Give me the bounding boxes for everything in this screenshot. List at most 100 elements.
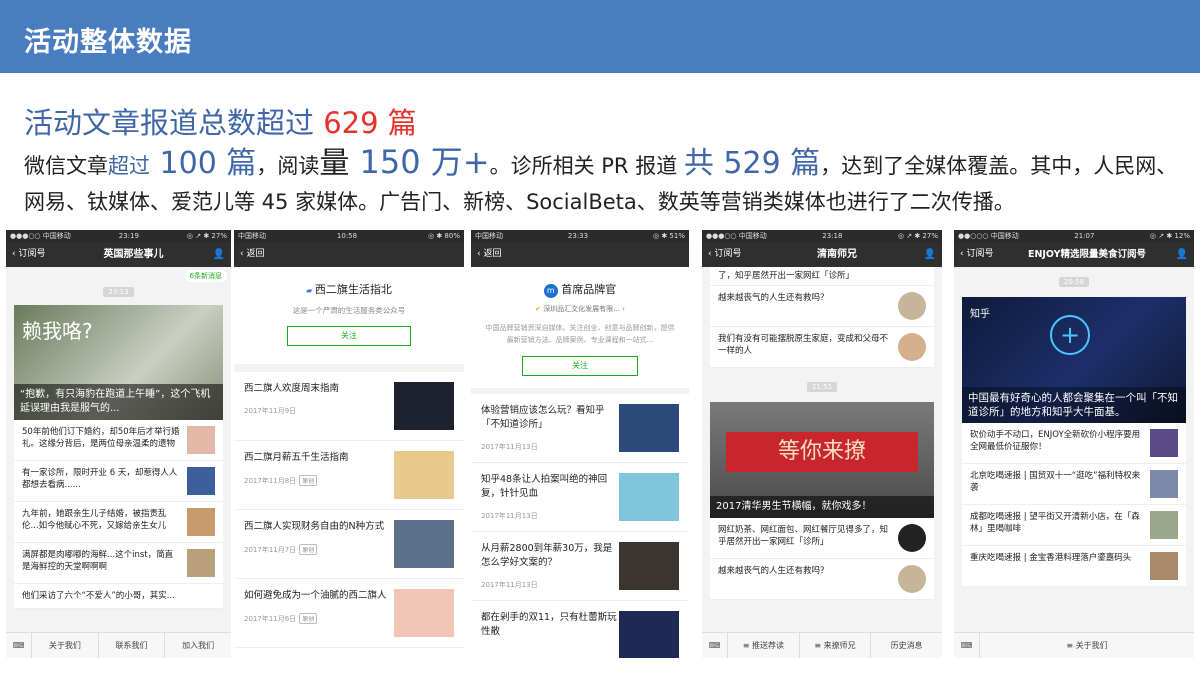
thumbnail [1150,429,1178,457]
follow-button[interactable]: 关注 [287,326,411,346]
article-date: 2017年11月13日 [481,581,538,589]
article-thumb [394,451,454,499]
tab-about[interactable]: ≡ 关于我们 [980,633,1194,658]
clock: 21:07 [1074,232,1095,240]
list-item-title: 50年前他们订下婚约，却50年后才举行婚礼。这缘分背后，是两位母亲温柔的遗物 [22,427,180,449]
follow-button[interactable]: 关注 [522,356,638,376]
keyboard-icon[interactable]: ⌨ [954,633,980,658]
tab-recommended[interactable]: ≡ 推送荐读 [728,633,800,658]
list-item[interactable]: 50年前他们订下婚约，却50年后才举行婚礼。这缘分背后，是两位母亲温柔的遗物 [14,420,223,461]
list-item[interactable]: 我们有没有可能摆脱原生家庭，变成和父母不一样的人 [710,327,934,368]
list-item[interactable]: 满屏都是肉嘟嘟的海鲜...这个inst，简直是海鲜控的天堂啊啊啊 [14,543,223,584]
nav-title: 英国那些事儿 [103,249,164,260]
status-bar: ●●●○○ 中国移动 23:19 ◎ ↗ ✱ 27% [6,230,231,242]
list-item-title: 满屏都是肉嘟嘟的海鲜...这个inst，简直是海鲜控的天堂啊啊啊 [22,550,174,572]
tab-label: 来撩师兄 [823,641,856,650]
article-thumb [394,382,454,430]
tab-history[interactable]: 历史消息 [871,633,942,658]
article-thumb [619,473,679,521]
list-item[interactable]: 北京吃喝速报 | 国贸双十一“逛吃”福利特权来袭 [962,464,1186,505]
back-button[interactable]: ‹ 订阅号 [708,242,768,267]
article-title: 西二旗人欢度周末指南 [244,383,340,394]
article-item[interactable]: 西二旗人欢度周末指南 2017年11月9日 [234,372,464,441]
back-button[interactable]: ‹ 订阅号 [960,242,1004,267]
article-item[interactable]: 从月薪2800到年薪30万，我是怎么学好文案的？ 2017年11月13日 [471,532,689,601]
article-thumb [619,404,679,452]
list-item[interactable]: 他们采访了六个“不爱人”的小哥，其实... [14,584,223,609]
hero-image[interactable]: 赖我咯? “抱歉，有只海豹在跑道上午睡”，这个飞机延误理由我是服气的... [14,305,223,420]
tab-join[interactable]: 加入我们 [165,633,231,658]
tab-bar: ⌨ 关于我们 联系我们 加入我们 [6,632,231,658]
nav-title: ENJOY精选限量美食订阅号 [1027,249,1147,260]
account-org-text: 深圳品汇文化发展有限... [543,305,620,313]
tab-contact[interactable]: 联系我们 [99,633,166,658]
tab-about[interactable]: 关于我们 [32,633,99,658]
article-date: 2017年11月8日 原创 [244,475,394,486]
account-logo-icon: ▰ [306,286,315,295]
hero-image[interactable]: 等你来撩 2017清华男生节横幅，就你戏多！ [710,402,934,518]
list-item[interactable]: 成都吃喝速报 | 望平街又开清新小店，在「森林」里喝咖啡 [962,505,1186,546]
list-item[interactable]: 越来越丧气的人生还有救吗？ [710,286,934,327]
list-item[interactable]: 九年前，她跟亲生儿子结婚，被指责乱伦...如今他赋心不死，又嫁给亲生女儿 [14,502,223,543]
nav-bar: ‹ 订阅号 ENJOY精选限量美食订阅号 👤 [954,242,1194,267]
account-logo-icon: m [543,284,558,298]
user-icon[interactable]: 👤 [1170,242,1188,267]
keyboard-icon[interactable]: ⌨ [6,633,32,658]
tab-bar: ⌨ ≡ 关于我们 [954,632,1194,658]
new-messages[interactable]: 6条新消息 [6,267,231,282]
phone-screenshot-4: ●●●○○ 中国移动 23:18 ◎ ↗ ✱ 27% ‹ 订阅号 清南师兄 👤 了… [702,230,942,658]
user-icon[interactable]: 👤 [195,242,225,267]
hero-caption: 中国最有好奇心的人都会聚集在一个叫「不知道诊所」的地方和知乎大牛面基。 [962,387,1186,423]
article-card[interactable]: 赖我咯? “抱歉，有只海豹在跑道上午睡”，这个飞机延误理由我是服气的... 50… [14,305,223,609]
hero-image[interactable]: 知乎 + 中国最有好奇心的人都会聚集在一个叫「不知道诊所」的地方和知乎大牛面基。 [962,297,1186,423]
battery: ◎ ↗ ✱ 12% [1149,232,1190,240]
thumbnail [1150,552,1178,580]
original-badge: 原创 [299,613,318,624]
list-item[interactable]: 重庆吃喝速报 | 金宝香港料理落户鎏嘉码头 [962,546,1186,587]
date-text: 2017年11月7日 [244,546,297,554]
original-badge: 原创 [299,544,318,555]
keyboard-icon[interactable]: ⌨ [702,633,728,658]
back-button[interactable]: ‹ 返回 [240,242,300,267]
article-item[interactable]: 如何避免成为一个油腻的西二旗人 2017年11月6日 原创 [234,579,464,648]
article-item[interactable]: 西二旗人实现财务自由的N种方式 2017年11月7日 原创 [234,510,464,579]
list-item[interactable]: 有一家诊所，限时开业 6 天，却惹得人人都想去看病...... [14,461,223,502]
list-item[interactable]: 了，知乎居然开出一家网红「诊所」 [710,267,934,286]
nav-bar: ‹ 返回 [471,242,689,267]
thumbnail [187,549,215,577]
tab-chat[interactable]: ≡ 来撩师兄 [800,633,872,658]
list-item-title: 他们采访了六个“不爱人”的小哥，其实... [22,591,175,601]
article-card[interactable]: 知乎 + 中国最有好奇心的人都会聚集在一个叫「不知道诊所」的地方和知乎大牛面基。… [962,297,1186,587]
article-item[interactable]: 西二旗月薪五千生活指南 2017年11月8日 原创 [234,441,464,510]
list-item[interactable]: 砍价动手不动口，ENJOY全新砍价小程序要用全网最低价征服你！ [962,423,1186,464]
clock: 23:18 [822,232,843,240]
article-item[interactable]: 知乎48条让人拍案叫绝的神回复，针针见血 2017年11月13日 [471,463,689,532]
cross-icon: + [1050,315,1090,355]
list-item-title: 越来越丧气的人生还有救吗？ [718,293,829,303]
time-chip: 23:13 [6,287,231,297]
battery: ◎ ↗ ✱ 27% [897,232,938,240]
date-text: 2017年11月6日 [244,615,297,623]
article-item[interactable]: 都在剁手的双11，只有杜蕾斯玩性散 [471,601,689,658]
headline: 活动文章报道总数超过 629 篇 [24,100,417,142]
account-name: m 首席品牌官 [471,281,689,298]
list-item[interactable]: 越来越丧气的人生还有救吗？ [710,559,934,600]
article-item[interactable]: 体验营销应该怎么玩？看知乎「不知道诊所」 2017年11月13日 [471,394,689,463]
account-org[interactable]: ✔ 深圳品汇文化发展有限... › [471,304,689,314]
phone-screenshot-1: ●●●○○ 中国移动 23:19 ◎ ↗ ✱ 27% ‹ 订阅号 英国那些事儿 👤… [6,230,231,658]
list-item[interactable]: 网红奶茶、网红面包、网红餐厅见得多了，知乎居然开出一家网红「诊所」 [710,518,934,559]
para-seg: 100 篇 [150,146,257,181]
hero-caption: 2017清华男生节横幅，就你戏多！ [710,496,934,518]
user-icon[interactable]: 👤 [906,242,936,267]
account-name: ▰ 西二旗生活指北 [234,281,464,297]
article-card[interactable]: 等你来撩 2017清华男生节横幅，就你戏多！ 网红奶茶、网红面包、网红餐厅见得多… [710,402,934,600]
thumbnail [898,565,926,593]
hero-title: 赖我咯? [22,319,93,343]
para-seg: 微信文章 [24,154,108,178]
back-label: 订阅号 [714,249,742,259]
article-card[interactable]: 了，知乎居然开出一家网红「诊所」 越来越丧气的人生还有救吗？ 我们有没有可能摆脱… [710,267,934,368]
account-desc: 这是一个严肃的生活服务类公众号 [292,306,406,315]
back-button[interactable]: ‹ 订阅号 [12,242,72,267]
back-button[interactable]: ‹ 返回 [477,242,537,267]
list-item-title: 重庆吃喝速报 | 金宝香港料理落户鎏嘉码头 [970,553,1132,563]
